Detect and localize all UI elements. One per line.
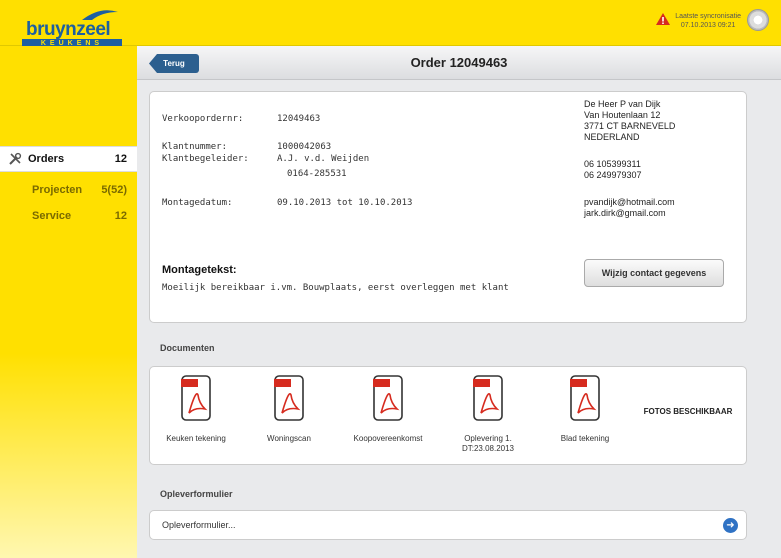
documents-panel: Keuken tekening Woningscan Koopovereenko…	[149, 366, 747, 465]
sidebar-item-orders[interactable]: Orders 12	[0, 146, 137, 172]
montagetekst-value: Moeilijk bereikbaar i.vm. Bouwplaats, ee…	[162, 283, 509, 293]
contact-name: De Heer P van Dijk	[584, 99, 661, 109]
sidebar-item-service[interactable]: Service 12	[0, 203, 137, 229]
sidebar: Orders 12 Projecten 5(52) Service 12	[0, 46, 137, 558]
document-name: Blad tekening	[560, 434, 610, 443]
contact-email: pvandijk@hotmail.com	[584, 197, 675, 207]
contact-country: NEDERLAND	[584, 132, 640, 142]
contact-phone: 06 249979307	[584, 170, 642, 180]
document-name: Keuken tekening	[166, 434, 226, 443]
arrow-right-icon[interactable]: ➜	[723, 518, 738, 533]
sync-gear-icon[interactable]	[747, 9, 769, 31]
sidebar-item-projecten[interactable]: Projecten 5(52)	[0, 177, 137, 203]
document-item[interactable]: Koopovereenkomst	[338, 375, 438, 444]
document-name: Koopovereenkomst	[353, 434, 423, 443]
verkooporder-label: Verkoopordernr:	[162, 114, 244, 124]
sidebar-item-count: 12	[114, 153, 127, 165]
klantbegeleider-phone: 0164-285531	[287, 169, 347, 179]
edit-contact-button[interactable]: Wijzig contact gegevens	[584, 259, 724, 287]
sidebar-item-label: Service	[32, 210, 72, 222]
order-details-card: Verkoopordernr: 12049463 Klantnummer: 10…	[149, 91, 747, 323]
oplever-heading: Opleverformulier	[160, 489, 233, 499]
logo-wordmark: bruynzeel	[26, 19, 111, 40]
top-bar: bruynzeel KEUKENS Laatste syncronisatie …	[0, 0, 781, 49]
pdf-file-icon	[373, 375, 403, 421]
sidebar-item-label: Orders	[28, 153, 65, 165]
oplever-row[interactable]: Opleverformulier... ➜	[149, 510, 747, 540]
page-title: Order 12049463	[410, 55, 508, 70]
montagetekst-heading: Montagetekst:	[162, 264, 237, 276]
contact-street: Van Houtenlaan 12	[584, 110, 661, 120]
klantbegeleider-label: Klantbegeleider:	[162, 154, 249, 164]
content-header: Terug Order 12049463	[137, 46, 781, 80]
document-name: Woningscan	[267, 434, 311, 443]
warning-icon	[656, 13, 671, 25]
pdf-file-icon	[570, 375, 600, 421]
fotos-available-link[interactable]: FOTOS BESCHIKBAAR	[643, 407, 733, 417]
wrench-icon	[9, 152, 22, 165]
contact-email: jark.dirk@gmail.com	[584, 208, 666, 218]
contact-block: De Heer P van Dijk Van Houtenlaan 12 377…	[584, 99, 675, 219]
document-item[interactable]: Blad tekening	[535, 375, 635, 444]
montagedatum-value: 09.10.2013 tot 10.10.2013	[277, 198, 413, 208]
klantnummer-label: Klantnummer:	[162, 142, 228, 152]
klantbegeleider-value: A.J. v.d. Weijden	[277, 154, 370, 164]
document-item[interactable]: Woningscan	[239, 375, 339, 444]
sync-label: Laatste syncronisatie	[675, 13, 741, 20]
pdf-file-icon	[181, 375, 211, 421]
sync-status: Laatste syncronisatie 07.10.2013 09:21	[655, 12, 741, 30]
contact-city: 3771 CT BARNEVELD	[584, 121, 676, 131]
montagedatum-label: Montagedatum:	[162, 198, 233, 208]
sidebar-item-count: 12	[114, 210, 127, 222]
document-item[interactable]: Oplevering 1. DT:23.08.2013	[438, 375, 538, 454]
documents-heading: Documenten	[160, 343, 215, 353]
klantnummer-value: 1000042063	[277, 142, 332, 152]
sidebar-item-count: 5(52)	[101, 184, 127, 196]
bruynzeel-logo: bruynzeel KEUKENS	[22, 6, 122, 49]
contact-phone: 06 105399311	[584, 159, 641, 169]
sync-timestamp: 07.10.2013 09:21	[680, 22, 736, 29]
sidebar-item-label: Projecten	[32, 184, 83, 196]
pdf-file-icon	[274, 375, 304, 421]
verkooporder-value: 12049463	[277, 114, 321, 124]
document-item[interactable]: Keuken tekening	[146, 375, 246, 444]
oplever-field-text: Opleverformulier...	[162, 520, 236, 530]
document-name: Oplevering 1. DT:23.08.2013	[461, 434, 515, 453]
pdf-file-icon	[473, 375, 503, 421]
